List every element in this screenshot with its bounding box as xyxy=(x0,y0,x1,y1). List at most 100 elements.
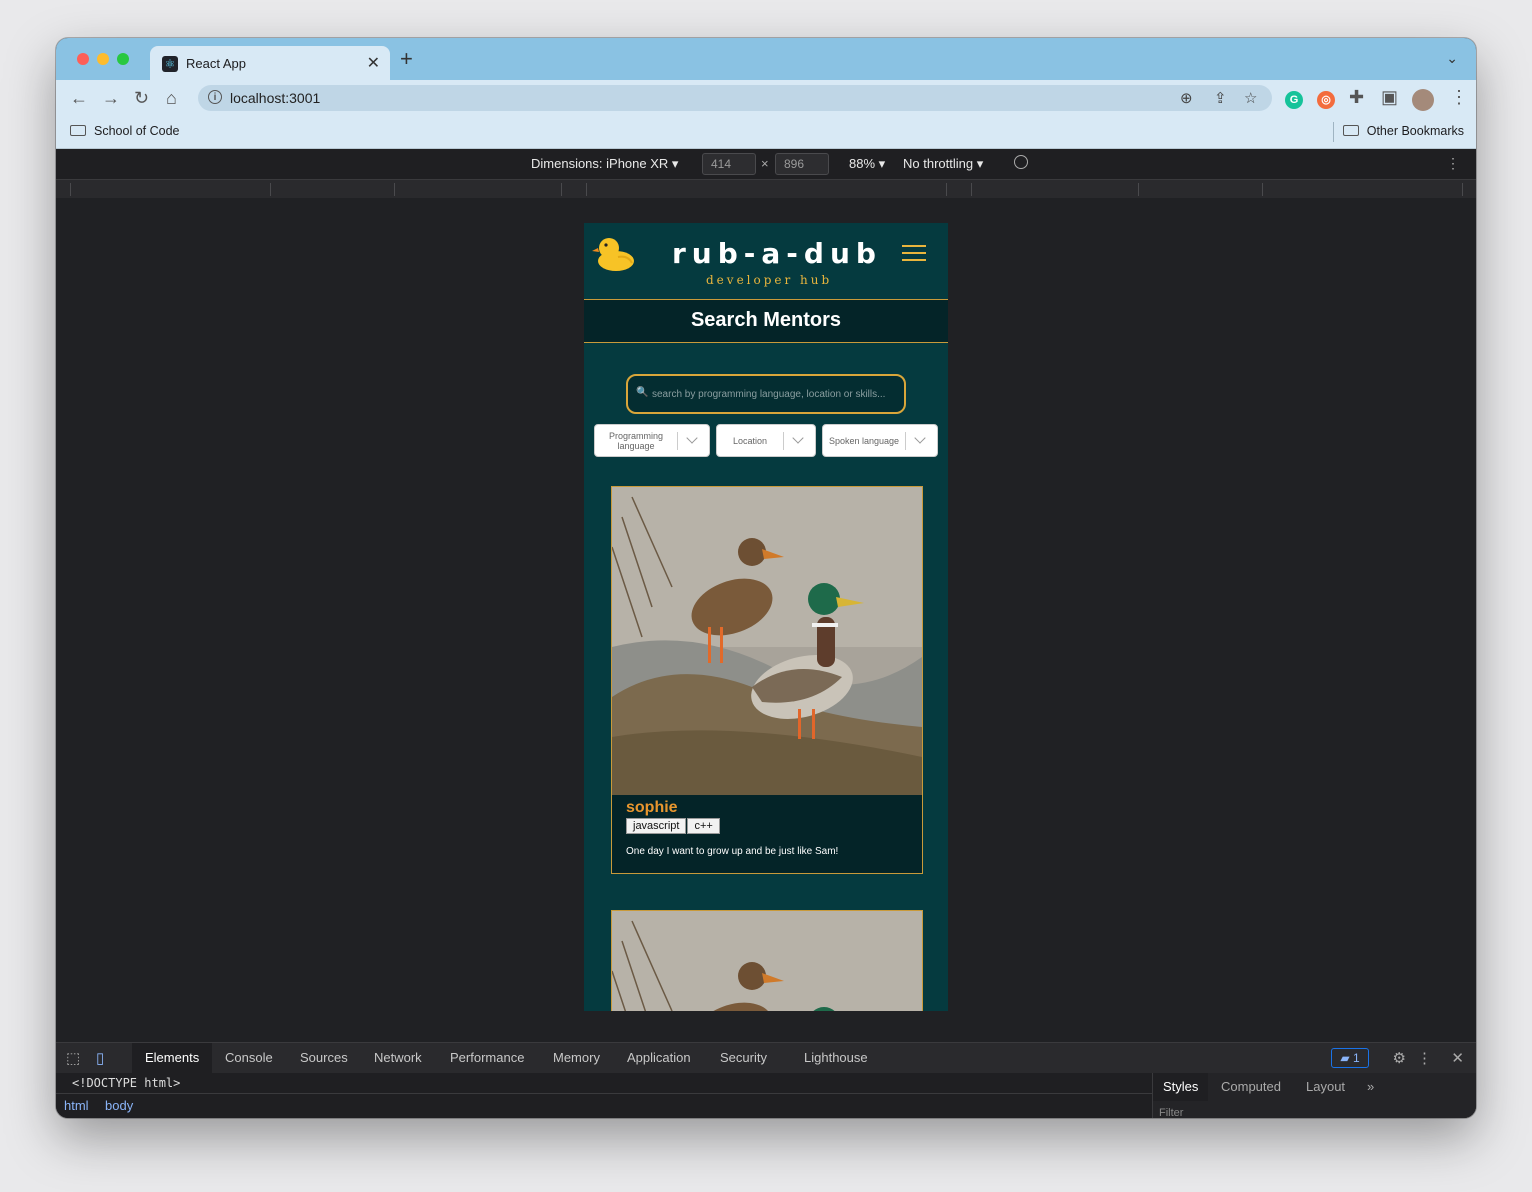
location-select[interactable]: Location xyxy=(716,424,816,457)
avatar[interactable] xyxy=(1412,89,1434,111)
page-title-bar: Search Mentors xyxy=(584,300,948,343)
select-label: Spoken language xyxy=(828,435,900,446)
device-width-input[interactable]: 414 xyxy=(702,153,756,175)
extension-icon[interactable]: ◎ xyxy=(1317,91,1335,109)
breadcrumb-body[interactable]: body xyxy=(105,1098,133,1113)
page-title: Search Mentors xyxy=(690,309,842,331)
device-dimensions-select[interactable]: Dimensions: iPhone XR ▾ xyxy=(531,156,678,172)
tab-styles[interactable]: Styles xyxy=(1153,1073,1209,1101)
browser-tab[interactable]: ⚛ React App ✕ xyxy=(150,46,390,80)
ruler-mark xyxy=(270,183,271,196)
styles-pane: Styles Computed Layout » Filter xyxy=(1152,1073,1476,1118)
app-page: rub-a-dub developer hub Search Mentors 🔍… xyxy=(584,223,948,1011)
minimize-window-button[interactable] xyxy=(97,53,109,65)
bookmarks-bar: School of Code Other Bookmarks xyxy=(56,116,1476,149)
address-bar[interactable]: i localhost:3001 ⊕ ⇪ ☆ xyxy=(198,85,1272,111)
ruler-mark xyxy=(394,183,395,196)
ruler-mark xyxy=(70,183,71,196)
tab-performance[interactable]: Performance xyxy=(450,1050,524,1065)
bookmark-divider xyxy=(1333,122,1334,142)
mentor-photo xyxy=(612,487,922,795)
close-icon[interactable]: ✕ xyxy=(1451,1049,1464,1067)
gear-icon[interactable]: ⚙ xyxy=(1393,1049,1406,1067)
info-icon[interactable]: i xyxy=(208,90,222,104)
puzzle-icon[interactable]: ✚ xyxy=(1349,87,1364,107)
mentor-name: sophie xyxy=(626,799,678,816)
close-icon[interactable]: ✕ xyxy=(367,53,380,73)
chevron-down-icon[interactable] xyxy=(914,432,926,444)
select-separator xyxy=(677,432,678,450)
breadcrumb: html body xyxy=(56,1093,1152,1118)
forward-arrow-icon[interactable]: → xyxy=(102,88,120,108)
inspect-element-icon[interactable]: ⬚ xyxy=(66,1049,80,1067)
more-tabs-icon[interactable]: » xyxy=(1367,1079,1374,1094)
tab-lighthouse[interactable]: Lighthouse xyxy=(804,1050,868,1065)
programming-language-select[interactable]: Programming language xyxy=(594,424,710,457)
spoken-language-select[interactable]: Spoken language xyxy=(822,424,938,457)
ducks-image xyxy=(612,487,922,795)
device-toggle-icon[interactable]: ▯ xyxy=(96,1049,104,1067)
tab-title: React App xyxy=(186,56,246,71)
hamburger-menu-icon[interactable] xyxy=(902,245,926,261)
back-arrow-icon[interactable]: ← xyxy=(70,88,88,108)
ruler-mark xyxy=(971,183,972,196)
tab-application[interactable]: Application xyxy=(627,1050,691,1065)
ruler-mark xyxy=(561,183,562,196)
folder-icon xyxy=(70,125,86,136)
mentor-bio: One day I want to grow up and be just li… xyxy=(626,846,839,857)
tab-computed[interactable]: Computed xyxy=(1221,1079,1281,1094)
styles-filter-input[interactable]: Filter xyxy=(1159,1107,1183,1118)
device-height-input[interactable]: 896 xyxy=(775,153,829,175)
tab-layout[interactable]: Layout xyxy=(1306,1079,1345,1094)
menu-dots-icon[interactable]: ⋮ xyxy=(1450,87,1468,107)
zoom-icon[interactable]: ⊕ xyxy=(1180,89,1193,107)
close-window-button[interactable] xyxy=(77,53,89,65)
mentor-card[interactable]: sophie javascript c++ One day I want to … xyxy=(611,486,923,874)
star-icon[interactable]: ☆ xyxy=(1244,89,1257,107)
tab-console[interactable]: Console xyxy=(225,1050,273,1065)
bookmark-other-bookmarks[interactable]: Other Bookmarks xyxy=(1342,124,1464,138)
zoom-select[interactable]: 88% ▾ xyxy=(849,156,885,172)
reload-icon[interactable]: ↻ xyxy=(134,88,149,108)
browser-toolbar: ← → ↻ ⌂ i localhost:3001 ⊕ ⇪ ☆ G ◎ ✚ ▣ ⋮ xyxy=(56,80,1476,116)
menu-dots-icon[interactable]: ⋮ xyxy=(1417,1049,1432,1067)
media-query-ruler xyxy=(56,180,1476,198)
tab-network[interactable]: Network xyxy=(374,1050,422,1065)
issues-badge[interactable]: ▰ 1 xyxy=(1331,1048,1369,1068)
chevron-down-icon[interactable] xyxy=(686,432,698,444)
ruler-mark xyxy=(1262,183,1263,196)
search-icon: 🔍 xyxy=(636,387,649,398)
breadcrumb-html[interactable]: html xyxy=(64,1098,89,1113)
mentor-card[interactable] xyxy=(611,910,923,1011)
tab-sources[interactable]: Sources xyxy=(300,1050,348,1065)
tab-elements[interactable]: Elements xyxy=(132,1043,213,1073)
times-label: × xyxy=(761,156,769,171)
mentor-tags: javascript c++ xyxy=(626,818,721,834)
mentor-search-input[interactable]: 🔍 search by programming language, locati… xyxy=(626,374,906,414)
skill-tag: c++ xyxy=(687,818,720,834)
sidebar-icon[interactable]: ▣ xyxy=(1381,87,1398,107)
throttling-select[interactable]: No throttling ▾ xyxy=(903,156,983,172)
select-label: Programming language xyxy=(608,430,664,451)
select-separator xyxy=(783,432,784,450)
rotate-icon[interactable] xyxy=(1014,155,1028,169)
grammarly-icon[interactable]: G xyxy=(1285,91,1303,109)
home-icon[interactable]: ⌂ xyxy=(166,88,177,108)
dom-doctype-line[interactable]: <!DOCTYPE html> xyxy=(72,1076,180,1090)
browser-window: ⚛ React App ✕ + ⌄ ← → ↻ ⌂ i localhost:30… xyxy=(56,38,1476,1118)
device-toolbar: Dimensions: iPhone XR ▾ 414 × 896 88% ▾ … xyxy=(56,149,1476,180)
more-options-icon[interactable]: ⋮ xyxy=(1446,155,1460,172)
ruler-mark xyxy=(1138,183,1139,196)
maximize-window-button[interactable] xyxy=(117,53,129,65)
chevron-down-icon[interactable]: ⌄ xyxy=(1446,50,1458,67)
ruler-mark xyxy=(586,183,587,196)
new-tab-button[interactable]: + xyxy=(400,48,413,70)
share-icon[interactable]: ⇪ xyxy=(1214,89,1227,107)
ducks-image xyxy=(612,911,922,1011)
tab-memory[interactable]: Memory xyxy=(553,1050,600,1065)
chevron-down-icon[interactable] xyxy=(792,432,804,444)
tab-security[interactable]: Security xyxy=(720,1050,767,1065)
bookmark-school-of-code[interactable]: School of Code xyxy=(70,124,179,138)
devtools-panel: <!DOCTYPE html> html body Styles Compute… xyxy=(56,1073,1476,1118)
tab-strip: ⚛ React App ✕ + ⌄ xyxy=(56,38,1476,80)
